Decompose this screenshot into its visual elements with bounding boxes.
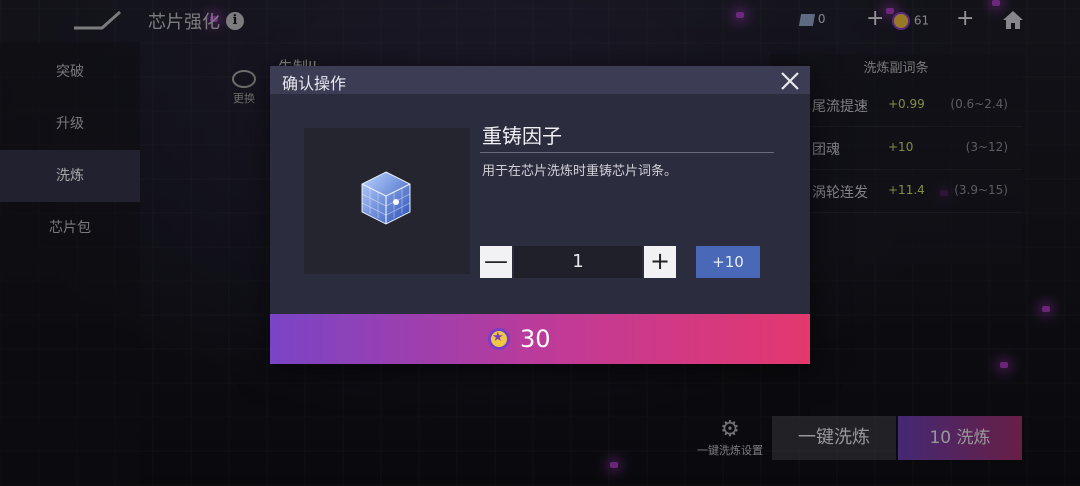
close-icon[interactable] bbox=[778, 69, 802, 93]
item-name: 重铸因子 bbox=[482, 124, 562, 148]
quantity-value[interactable]: 1 bbox=[514, 246, 642, 278]
divider bbox=[480, 152, 774, 153]
add-ten-button[interactable]: +10 bbox=[696, 246, 760, 278]
quantity-plus-button[interactable]: + bbox=[644, 246, 676, 278]
item-description: 用于在芯片洗炼时重铸芯片词条。 bbox=[482, 164, 678, 179]
confirm-dialog: 确认操作 重铸因子 用于在芯片洗炼时重铸芯片词条。 — 1 + +10 30 bbox=[270, 66, 810, 364]
cost-value: 30 bbox=[520, 325, 551, 353]
quantity-minus-button[interactable]: — bbox=[480, 246, 512, 278]
coin-icon bbox=[488, 328, 510, 350]
dialog-title: 确认操作 bbox=[282, 74, 347, 93]
item-image bbox=[304, 128, 470, 274]
dialog-header: 确认操作 bbox=[270, 66, 810, 94]
confirm-purchase-button[interactable]: 30 bbox=[270, 314, 810, 364]
cube-icon bbox=[361, 171, 411, 225]
